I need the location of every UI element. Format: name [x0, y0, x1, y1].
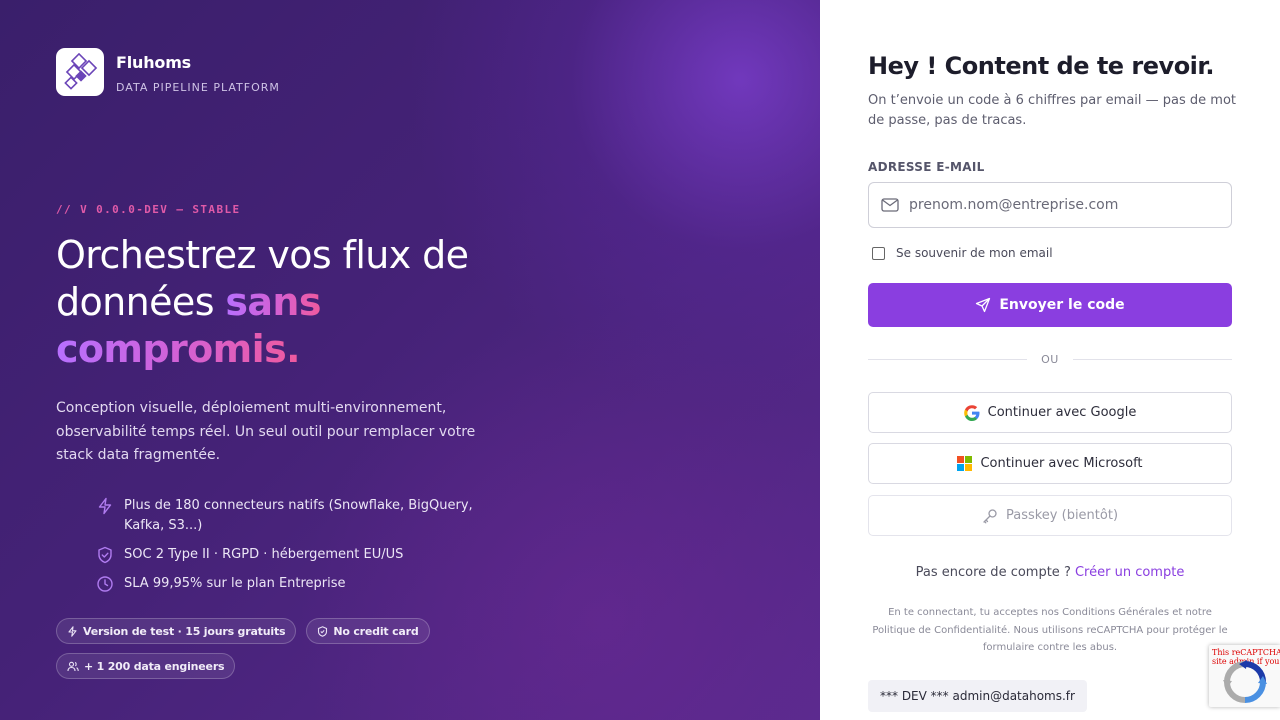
- legal-notice: En te connectant, tu acceptes nos Condit…: [872, 607, 1228, 653]
- or-label: OU: [1041, 352, 1059, 366]
- feature-text: Plus de 180 connecteurs natifs (Snowflak…: [124, 498, 473, 533]
- send-icon: [976, 297, 991, 313]
- brand-tagline: DATA PIPELINE PLATFORM: [116, 81, 280, 94]
- shield-check-icon: [98, 546, 112, 564]
- hero-description: Conception visuelle, déploiement multi-e…: [56, 400, 476, 463]
- sparkle-icon: [68, 625, 77, 637]
- no-card-badge: No credit card: [306, 618, 430, 644]
- trial-badge: Version de test · 15 jours gratuits: [56, 618, 297, 644]
- headline-highlight-compromis: compromis.: [56, 327, 301, 371]
- trial-badge-label: Version de test · 15 jours gratuits: [83, 624, 286, 638]
- feature-list: Plus de 180 connecteurs natifs (Snowflak…: [96, 496, 516, 603]
- feature-text: SOC 2 Type II · RGPD · hébergement EU/US: [124, 547, 404, 562]
- shield-icon: [318, 625, 328, 637]
- passkey-button[interactable]: Passkey (bientôt): [868, 495, 1232, 536]
- passkey-label: Passkey (bientôt): [1005, 508, 1119, 523]
- feature-item: SOC 2 Type II · RGPD · hébergement EU/US: [96, 545, 516, 565]
- recaptcha-badge[interactable]: This reCAPTCHA site admin if you are: [1209, 645, 1280, 707]
- engineers-badge: + 1 200 data engineers: [56, 653, 236, 679]
- key-icon: [983, 508, 997, 523]
- microsoft-icon: [957, 456, 973, 471]
- feature-item: SLA 99,95% sur le plan Entreprise: [96, 574, 516, 594]
- brand-name: Fluhoms: [116, 53, 191, 72]
- email-field[interactable]: [909, 197, 1209, 213]
- lightning-icon: [98, 497, 112, 515]
- feature-item: Plus de 180 connecteurs natifs (Snowflak…: [96, 496, 516, 536]
- login-title: Hey ! Content de te revoir.: [868, 52, 1214, 80]
- version-label: // V 0.0.0-DEV — STABLE: [56, 203, 241, 216]
- clock-icon: [97, 576, 113, 592]
- feature-text: SLA 99,95% sur le plan Entreprise: [124, 576, 346, 591]
- remember-me[interactable]: Se souvenir de mon email: [872, 246, 1053, 260]
- signup-prompt: Pas encore de compte ? Créer un compte: [868, 565, 1232, 580]
- google-login-button[interactable]: Continuer avec Google: [868, 392, 1232, 433]
- recaptcha-icon: [1223, 660, 1267, 703]
- remember-checkbox[interactable]: [872, 246, 885, 260]
- engineers-badge-label: + 1 200 data engineers: [84, 659, 225, 673]
- hero-panel: Fluhoms DATA PIPELINE PLATFORM // V 0.0.…: [0, 0, 820, 720]
- microsoft-login-label: Continuer avec Microsoft: [980, 456, 1143, 471]
- login-panel: Hey ! Content de te revoir. On t’envoie …: [820, 0, 1280, 720]
- signup-text: Pas encore de compte ?: [915, 565, 1071, 580]
- users-icon: [67, 661, 79, 671]
- remember-label[interactable]: Se souvenir de mon email: [896, 246, 1053, 260]
- google-login-label: Continuer avec Google: [987, 405, 1137, 420]
- headline-highlight-sans: sans: [225, 280, 321, 324]
- microsoft-login-button[interactable]: Continuer avec Microsoft: [868, 443, 1232, 484]
- email-field-wrapper[interactable]: [868, 182, 1232, 228]
- logo-icon: [56, 48, 104, 96]
- or-divider: OU: [868, 351, 1232, 367]
- dev-badge: *** DEV *** admin@datahoms.fr: [868, 680, 1087, 712]
- headline-line1: Orchestrez vos flux de: [56, 233, 469, 277]
- no-card-badge-label: No credit card: [333, 624, 419, 638]
- login-subtitle: On t’envoie un code à 6 chiffres par ema…: [868, 93, 1237, 128]
- create-account-link[interactable]: Créer un compte: [1075, 565, 1184, 580]
- send-code-label: Envoyer le code: [999, 297, 1125, 313]
- mail-icon: [881, 198, 899, 212]
- recaptcha-text-line1: This reCAPTCHA: [1212, 648, 1280, 657]
- email-label: ADRESSE E-MAIL: [868, 160, 985, 174]
- google-icon: [963, 404, 980, 421]
- hero-headline: Orchestrez vos flux de données sans comp…: [56, 232, 556, 373]
- brand: Fluhoms DATA PIPELINE PLATFORM: [56, 48, 280, 96]
- send-code-button[interactable]: Envoyer le code: [868, 283, 1232, 327]
- headline-line2: données: [56, 280, 226, 324]
- badge-group: Version de test · 15 jours gratuits No c…: [56, 618, 536, 688]
